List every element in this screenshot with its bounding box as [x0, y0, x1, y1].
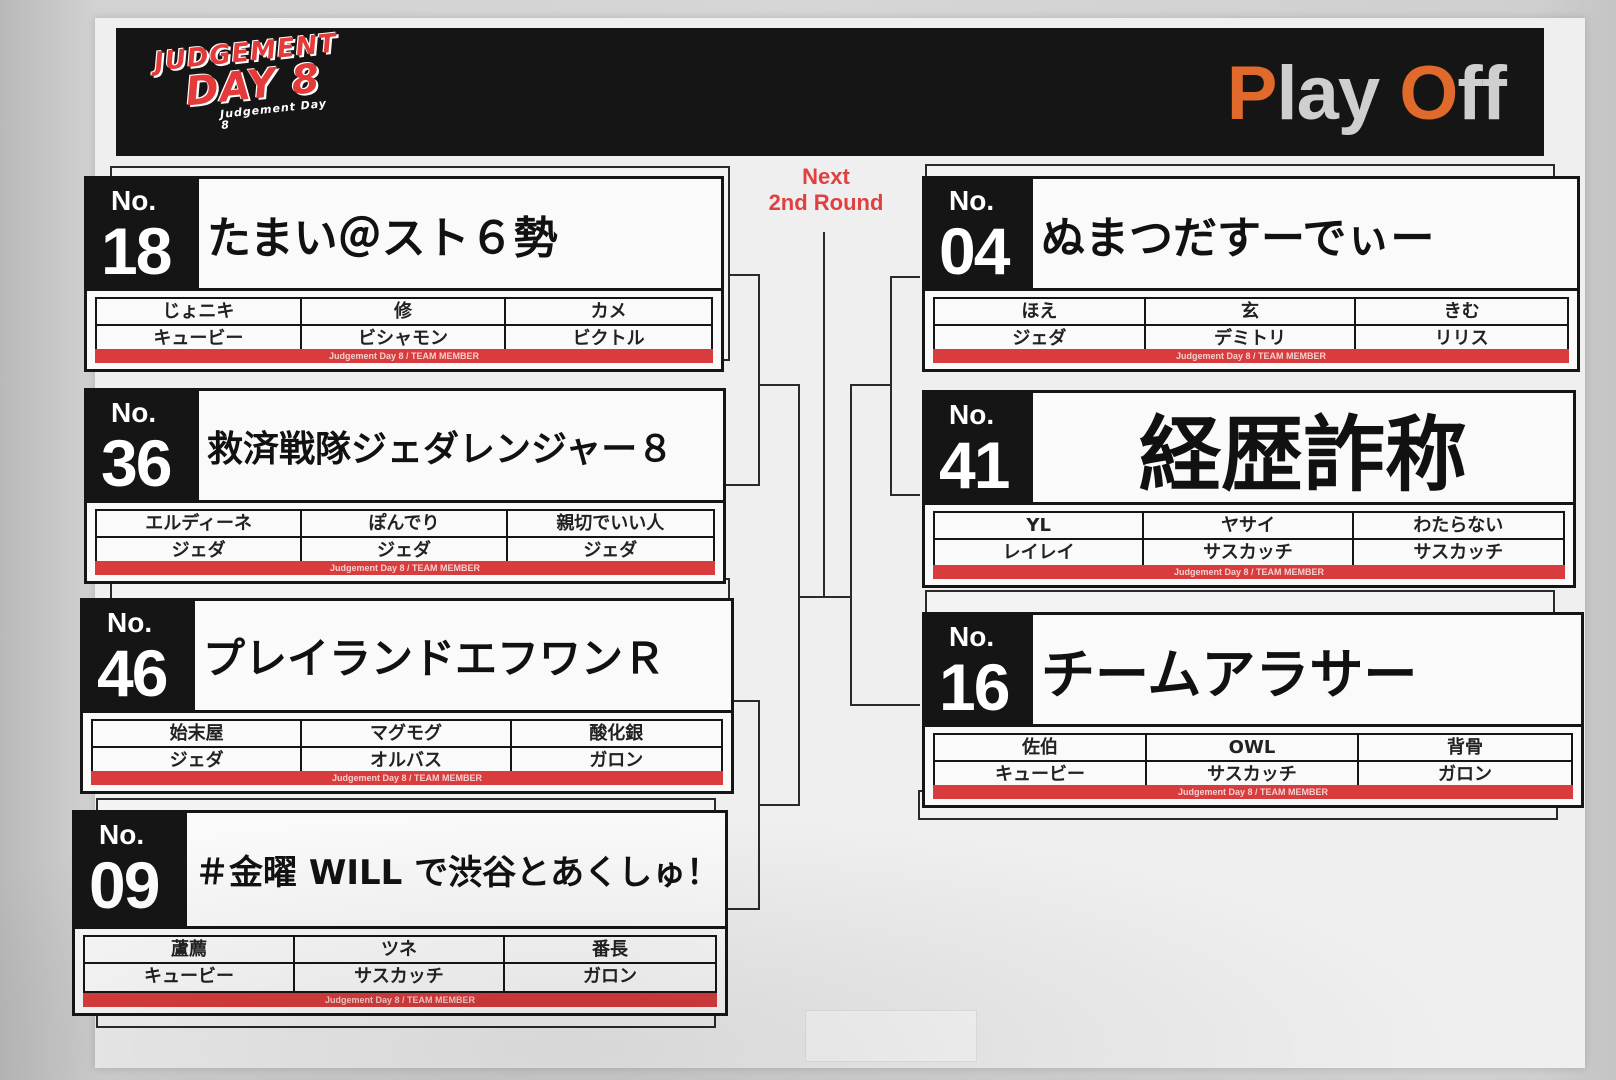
member-cell: じょニキ	[97, 299, 302, 326]
member-cell: YL	[935, 513, 1145, 540]
tape-piece	[805, 1010, 977, 1062]
member-cell: 背骨	[1359, 735, 1571, 762]
team-card: No. 16 チームアラサー 佐伯 OWL 背骨 キュービー サスカッチ ガロン…	[922, 612, 1584, 808]
team-number-box: No. 41	[925, 393, 1033, 505]
member-cell: 修	[301, 299, 507, 326]
bracket-line-center	[823, 232, 825, 598]
member-cell: 始末屋	[93, 721, 303, 748]
team-card: No. 41 経歴詐称 YL ヤサイ わたらない レイレイ サスカッチ サスカッ…	[922, 390, 1576, 588]
playoff-letter-p: P	[1226, 51, 1278, 136]
team-number-box: No. 36	[87, 391, 199, 503]
member-character-cell: サスカッチ	[295, 964, 505, 991]
team-number: 46	[97, 636, 168, 710]
member-cell: 玄	[1145, 299, 1357, 326]
team-number-box: No. 46	[83, 601, 195, 713]
member-character-cell: サスカッチ	[1144, 540, 1354, 567]
team-number: 04	[939, 214, 1010, 288]
team-number-box: No. 16	[925, 615, 1033, 727]
team-card: No. 36 救済戦隊ジェダレンジャー８ エルディーネ ぽんでり 親切でいい人 …	[84, 388, 726, 584]
member-cell: 蘆薦	[85, 937, 295, 964]
card-footer-strip: Judgement Day 8 / TEAM MEMBER	[95, 349, 713, 363]
bracket-line-right-v2	[850, 384, 852, 704]
member-table: 佐伯 OWL 背骨 キュービー サスカッチ ガロン	[933, 733, 1573, 791]
member-character-cell: キュービー	[85, 964, 295, 991]
card-footer-strip: Judgement Day 8 / TEAM MEMBER	[95, 561, 715, 575]
next-round-line2: 2nd Round	[768, 190, 884, 216]
bracket-line-right-lower	[850, 704, 920, 706]
team-name: ＃金曜 WILL で渋谷とあくしゅ！	[187, 813, 725, 929]
member-table: ほえ 玄 きむ ジェダ デミトリ リリス	[933, 297, 1569, 355]
bracket-line-left-upper-v	[758, 274, 760, 484]
next-round-line1: Next	[802, 164, 850, 189]
member-table: 蘆薦 ツネ 番長 キュービー サスカッチ ガロン	[83, 935, 717, 993]
card-footer-strip: Judgement Day 8 / TEAM MEMBER	[933, 785, 1573, 799]
team-card: No. 04 ぬまつだすーでぃー ほえ 玄 きむ ジェダ デミトリ リリス Ju…	[922, 176, 1580, 372]
bracket-line-left-upper-h2	[725, 484, 760, 486]
bracket-line-right-h2	[890, 494, 920, 496]
playoff-letter-o: O	[1399, 51, 1458, 136]
member-cell: OWL	[1147, 735, 1359, 762]
card-footer-strip: Judgement Day 8 / TEAM MEMBER	[83, 993, 717, 1007]
team-number-box: No. 09	[75, 813, 187, 929]
member-character-cell: レイレイ	[935, 540, 1145, 567]
member-cell: きむ	[1356, 299, 1567, 326]
member-cell: カメ	[506, 299, 711, 326]
team-name: チームアラサー	[1033, 615, 1581, 727]
team-card: No. 46 プレイランドエフワンＲ 始末屋 マグモグ 酸化銀 ジェダ オルバス…	[80, 598, 734, 794]
bracket-line-left-lower-out	[760, 804, 798, 806]
member-cell: マグモグ	[302, 721, 512, 748]
bracket-line-left-upper-out	[760, 384, 798, 386]
team-number-box: No. 18	[87, 179, 199, 291]
member-cell: ヤサイ	[1144, 513, 1354, 540]
bracket-line-join	[798, 596, 850, 598]
team-number-box: No. 04	[925, 179, 1033, 291]
member-cell: ほえ	[935, 299, 1146, 326]
team-name: 経歴詐称	[1033, 393, 1573, 505]
team-name: たまい＠スト６勢	[199, 179, 721, 291]
member-cell: わたらない	[1353, 513, 1563, 540]
bracket-line-right-v	[890, 276, 892, 494]
member-table: じょニキ 修 カメ キュービー ビシャモン ビクトル	[95, 297, 713, 355]
team-number: 16	[939, 650, 1010, 724]
team-number: 41	[939, 428, 1010, 502]
team-name: 救済戦隊ジェダレンジャー８	[199, 391, 723, 503]
member-cell: 佐伯	[935, 735, 1147, 762]
member-table: エルディーネ ぽんでり 親切でいい人 ジェダ ジェダ ジェダ	[95, 509, 715, 567]
bracket-line-left-upper-v2	[798, 384, 800, 596]
team-name: ぬまつだすーでぃー	[1033, 179, 1577, 291]
member-cell: 酸化銀	[511, 721, 721, 748]
bracket-line-left-lower-v2	[798, 596, 800, 806]
playoff-text-lay: lay	[1276, 51, 1400, 136]
member-cell: エルディーネ	[97, 511, 303, 538]
bracket-line-left-lower-h2	[725, 908, 760, 910]
member-cell: 番長	[505, 937, 715, 964]
team-number: 18	[101, 214, 172, 288]
member-table: 始末屋 マグモグ 酸化銀 ジェダ オルバス ガロン	[91, 719, 723, 777]
card-footer-strip: Judgement Day 8 / TEAM MEMBER	[933, 349, 1569, 363]
member-table: YL ヤサイ わたらない レイレイ サスカッチ サスカッチ	[933, 511, 1565, 569]
team-name: プレイランドエフワンＲ	[195, 601, 731, 713]
bracket-line-right-out	[850, 384, 890, 386]
member-cell: 親切でいい人	[507, 511, 713, 538]
team-number: 09	[89, 848, 160, 922]
team-card: No. 18 たまい＠スト６勢 じょニキ 修 カメ キュービー ビシャモン ビク…	[84, 176, 724, 372]
event-logo: JUDGEMENT DAY 8 Judgement Day 8	[153, 29, 343, 154]
member-cell: ツネ	[295, 937, 505, 964]
team-card: No. 09 ＃金曜 WILL で渋谷とあくしゅ！ 蘆薦 ツネ 番長 キュービー…	[72, 810, 728, 1016]
member-character-cell: ガロン	[583, 966, 637, 987]
playoff-text-ff: ff	[1457, 51, 1507, 136]
member-character-cell: サスカッチ	[1413, 542, 1504, 563]
team-number: 36	[101, 426, 172, 500]
playoff-title: Play Off	[1227, 56, 1507, 132]
member-cell: ぽんでり	[302, 511, 508, 538]
card-footer-strip: Judgement Day 8 / TEAM MEMBER	[933, 565, 1565, 579]
card-footer-strip: Judgement Day 8 / TEAM MEMBER	[91, 771, 723, 785]
next-round-label: Next 2nd Round	[764, 164, 888, 217]
bracket-line-right-h1	[890, 276, 920, 278]
